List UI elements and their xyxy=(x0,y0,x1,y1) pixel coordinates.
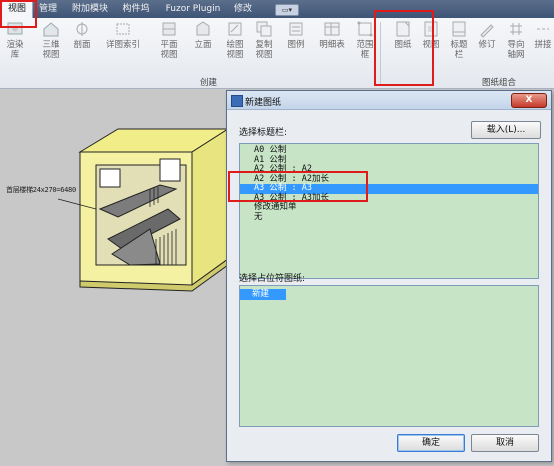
panel-separator xyxy=(380,22,381,86)
plan-view-label: 平面 视图 xyxy=(160,40,178,60)
guide-grid-button[interactable]: 导向 轴网 xyxy=(504,20,528,60)
title-block-icon xyxy=(452,21,466,37)
tab-view[interactable]: 视图 xyxy=(1,1,33,19)
matchline-icon xyxy=(537,28,549,30)
section-label: 剖面 xyxy=(73,40,91,50)
callout-icon xyxy=(116,23,130,35)
elevation-button[interactable]: 立面 xyxy=(190,20,216,50)
tab-component-dock[interactable]: 构件坞 xyxy=(118,2,154,17)
duplicate-icon xyxy=(256,21,272,37)
drafting-view-label: 绘图 视图 xyxy=(226,40,244,60)
tab-manage[interactable]: 管理 xyxy=(34,2,62,17)
tab-modify[interactable]: 修改 xyxy=(230,2,256,17)
matchline-button[interactable]: 拼接 xyxy=(532,20,554,50)
app-icon xyxy=(231,95,243,107)
title-block-button[interactable]: 标题 栏 xyxy=(448,20,470,60)
panel-sheet-composition-label: 图纸组合 xyxy=(482,78,517,88)
list-item[interactable]: 修改通知单 xyxy=(240,202,538,213)
new-sheet-button[interactable]: 图纸 xyxy=(388,20,418,50)
sheet-icon xyxy=(396,21,410,37)
duplicate-view-button[interactable]: 复制 视图 xyxy=(252,20,276,60)
new-sheet-label: 图纸 xyxy=(394,40,412,50)
dialog-title: 新建图纸 xyxy=(245,98,282,108)
render-library-label: 渲染 库 xyxy=(6,40,24,60)
scope-box-label: 范围 框 xyxy=(356,40,374,60)
3d-view-button[interactable]: 三维 视图 xyxy=(38,20,64,60)
legend-label: 图例 xyxy=(287,40,305,50)
section-icon xyxy=(76,22,88,36)
guide-grid-label: 导向 轴网 xyxy=(507,40,525,60)
panel-create-label: 创建 xyxy=(200,78,218,88)
scope-box-button[interactable]: 范围 框 xyxy=(354,20,376,60)
elevation-label: 立面 xyxy=(194,40,212,50)
schedule-button[interactable]: 明细表 xyxy=(316,20,348,50)
schedule-label: 明细表 xyxy=(319,40,345,50)
duplicate-view-label: 复制 视图 xyxy=(255,40,273,60)
elevation-icon xyxy=(196,21,210,36)
guide-grid-icon xyxy=(510,23,522,35)
drafting-icon xyxy=(228,22,242,36)
detail-index-label: 详图索引 xyxy=(105,40,140,50)
revision-button[interactable]: 修订 xyxy=(476,20,498,50)
list-item[interactable]: 无 xyxy=(240,212,538,223)
ribbon-panel: 渲染 库 三维 视图 剖面 详图索引 平面 视图 立面 绘图 视图 复制 视图 … xyxy=(0,18,554,89)
legend-icon xyxy=(289,22,303,36)
house-icon xyxy=(43,22,59,37)
select-titleblock-label: 选择标题栏: xyxy=(239,128,288,138)
placeholder-list[interactable]: 新建 xyxy=(239,285,539,427)
place-view-button[interactable]: 视图 xyxy=(420,20,442,50)
revision-label: 修订 xyxy=(478,40,496,50)
legend-button[interactable]: 图例 xyxy=(284,20,308,50)
title-block-label: 标题 栏 xyxy=(450,40,468,60)
ok-button[interactable]: 确定 xyxy=(397,434,465,452)
select-placeholder-label: 选择占位符图纸: xyxy=(239,274,306,284)
matchline-label: 拼接 xyxy=(534,40,552,50)
dialog-title-bar[interactable]: 新建图纸 X xyxy=(227,91,551,110)
tab-addins[interactable]: 附加模块 xyxy=(68,2,112,17)
plan-view-button[interactable]: 平面 视图 xyxy=(156,20,182,60)
cancel-button[interactable]: 取消 xyxy=(471,434,539,452)
schedule-icon xyxy=(324,22,340,36)
place-view-icon xyxy=(424,21,438,37)
revision-icon xyxy=(480,24,494,38)
close-button[interactable]: X xyxy=(511,93,547,108)
drafting-view-button[interactable]: 绘图 视图 xyxy=(224,20,246,60)
tab-fuzor-plugin[interactable]: Fuzor Plugin xyxy=(160,2,226,17)
new-sheet-dialog: 新建图纸 X 选择标题栏: 载入(L)... A0 公制 A1 公制 A2 公制… xyxy=(226,90,552,462)
detail-index-button[interactable]: 详图索引 xyxy=(104,20,142,50)
section-button[interactable]: 剖面 xyxy=(70,20,94,50)
list-item-selected[interactable]: 新建 xyxy=(240,289,286,300)
ribbon-tab-bar: 视图 管理 附加模块 构件坞 Fuzor Plugin 修改 ▭▾ xyxy=(0,0,554,19)
titleblock-list[interactable]: A0 公制 A1 公制 A2 公制 : A2 A2 公制 : A2加长 A3 公… xyxy=(239,143,539,279)
load-button[interactable]: 载入(L)... xyxy=(471,121,541,139)
place-view-label: 视图 xyxy=(422,40,440,50)
scope-box-icon xyxy=(357,21,373,37)
render-icon xyxy=(7,22,23,35)
3d-view-label: 三维 视图 xyxy=(42,40,60,60)
stair-annotation: 首层楼梯24x270=6480 xyxy=(6,186,76,194)
plan-icon xyxy=(162,22,176,36)
render-library-button[interactable]: 渲染 库 xyxy=(2,20,28,60)
ribbon-minimize-button[interactable]: ▭▾ xyxy=(275,4,299,16)
